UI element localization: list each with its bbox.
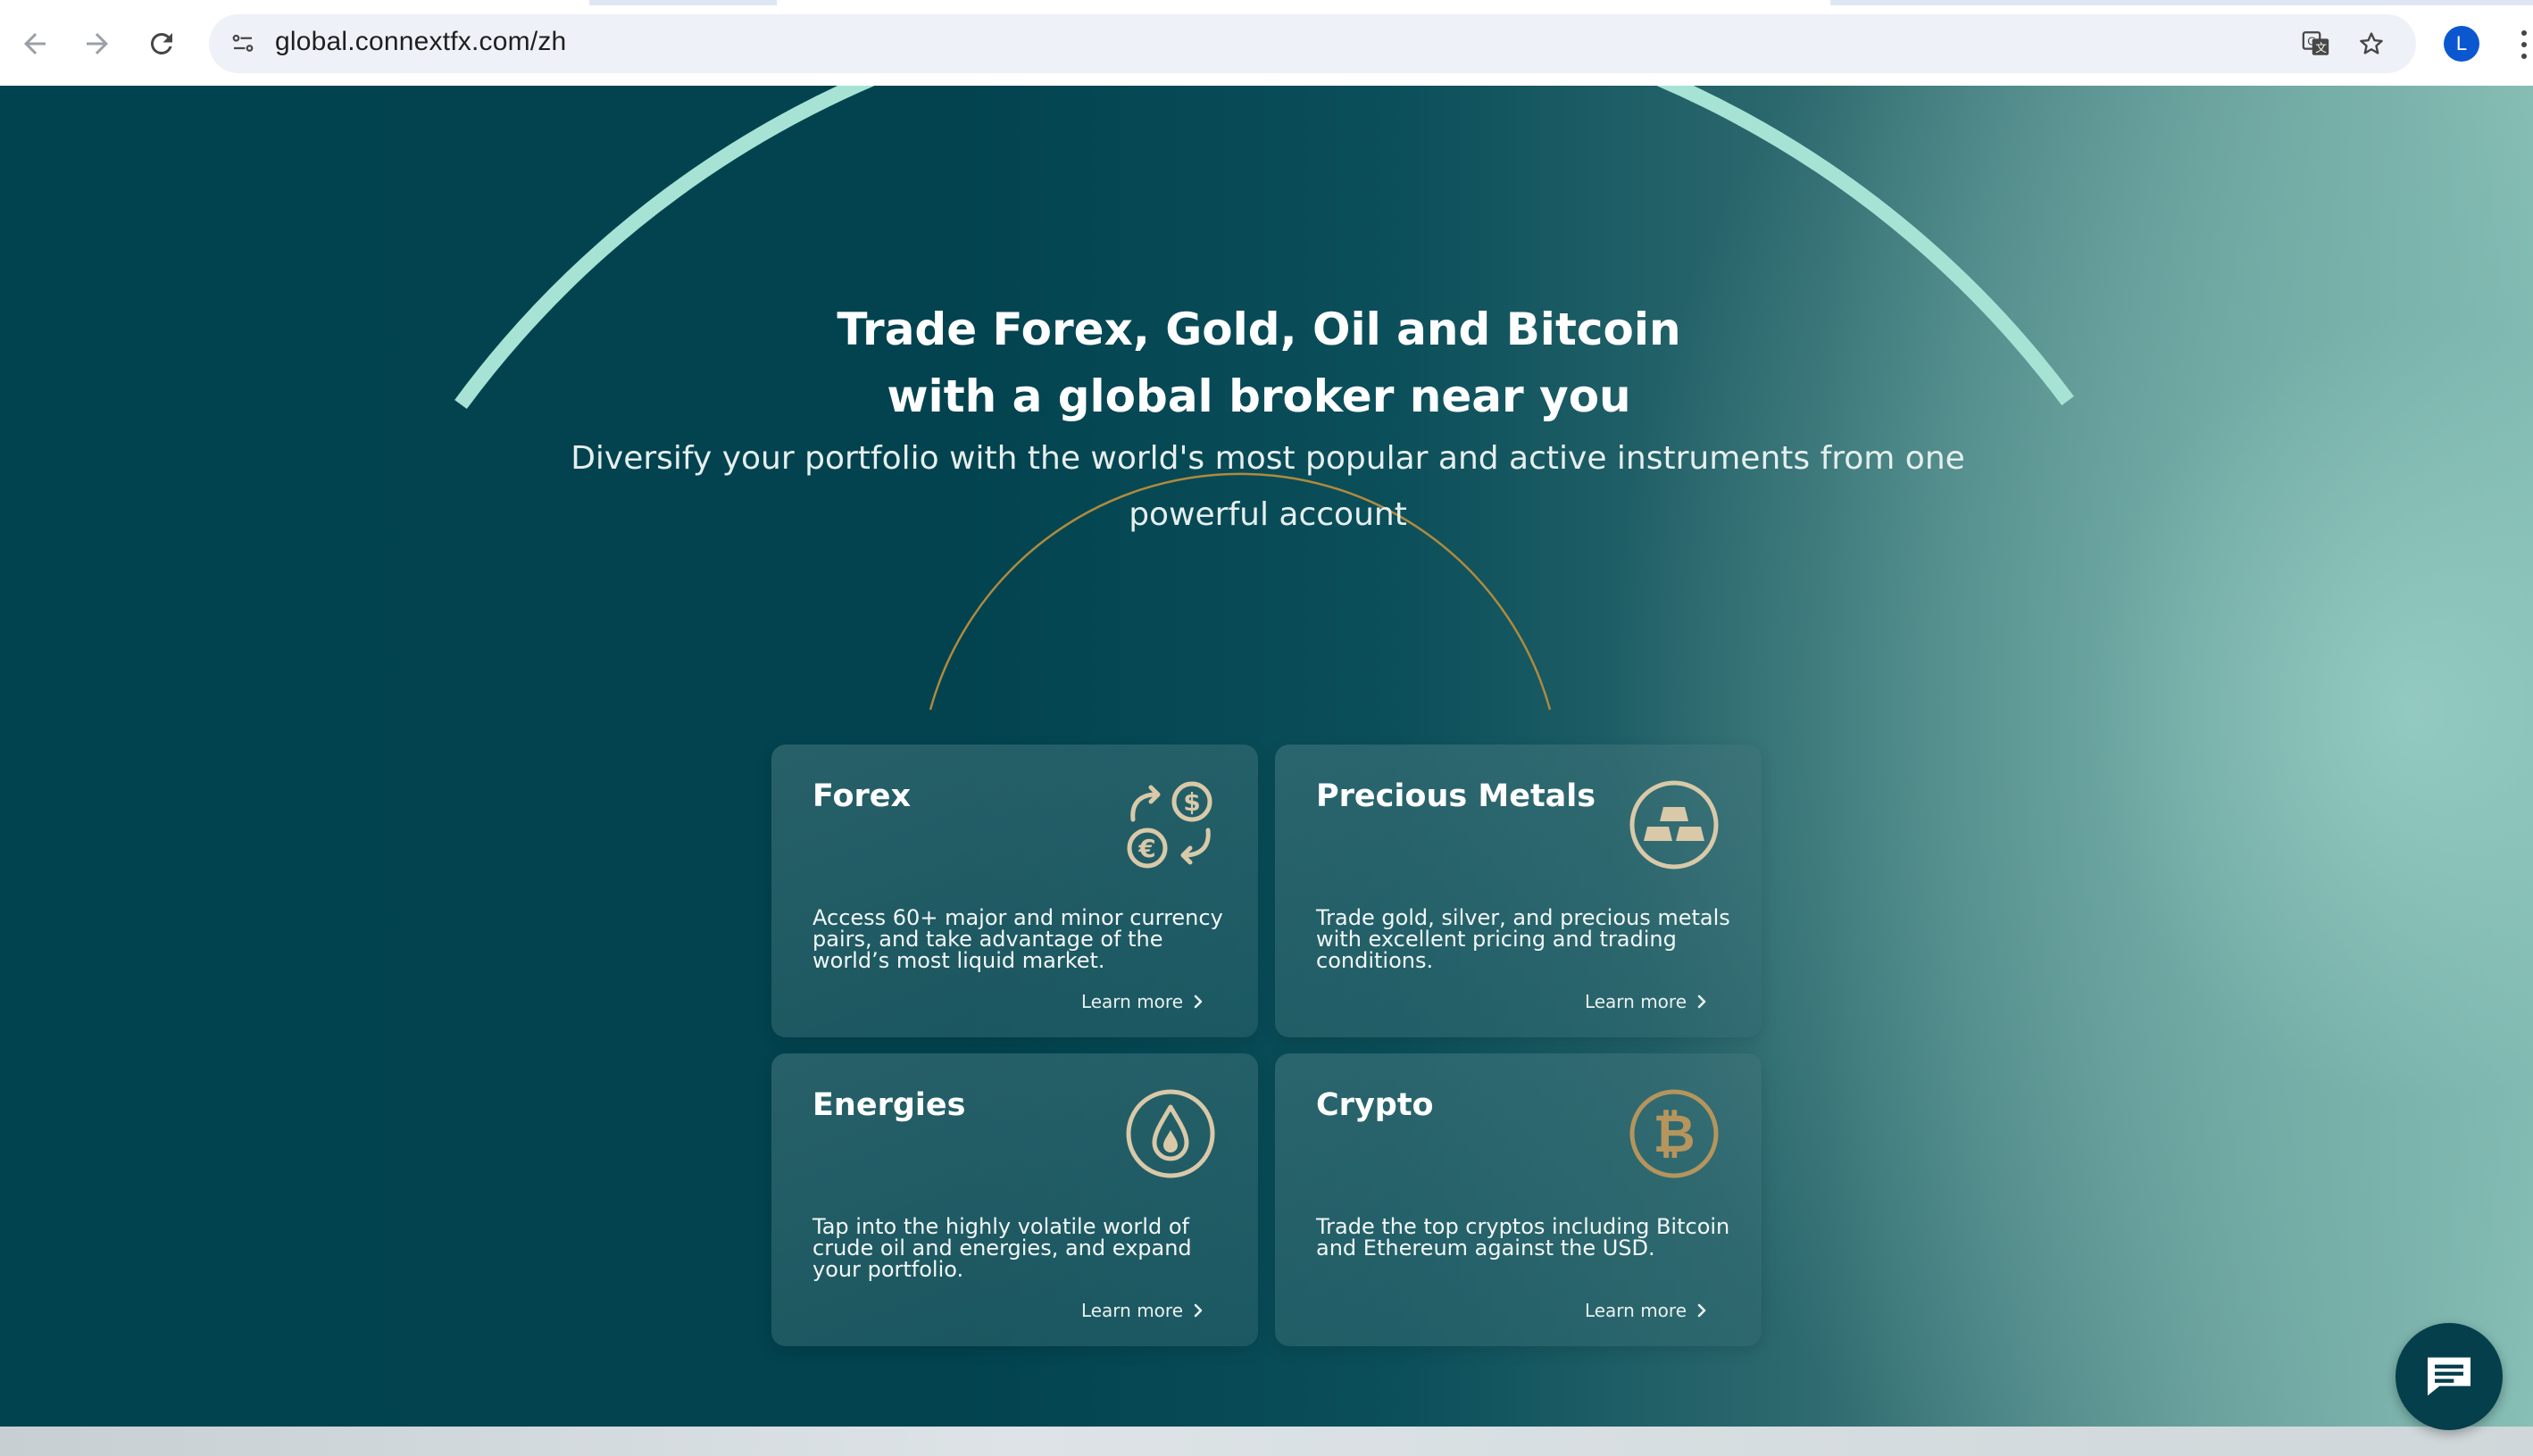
profile-avatar[interactable]: L [2444, 26, 2479, 62]
site-info-button[interactable] [225, 26, 261, 62]
chevron-right-icon [1697, 1303, 1706, 1318]
hero-headline-line1: Trade Forex, Gold, Oil and Bitcoin [837, 304, 1681, 355]
next-section-edge [0, 1427, 2533, 1456]
address-bar[interactable]: global.connextfx.com/zh G 文 [209, 14, 2416, 73]
card-title: Forex [812, 778, 912, 814]
currency-exchange-icon: $ € [1127, 781, 1212, 869]
reload-icon [150, 32, 172, 54]
site-settings-icon [232, 34, 254, 52]
chevron-right-icon [1697, 994, 1706, 1009]
chevron-right-icon [1194, 994, 1203, 1009]
tab-strip [0, 0, 2533, 5]
translate-icon: G 文 [2302, 31, 2329, 55]
forward-button[interactable] [77, 23, 118, 64]
decorative-arcs [454, 86, 2074, 711]
tab-strip-segment [0, 0, 589, 5]
oil-drop-icon [1126, 1089, 1215, 1178]
kebab-menu-icon[interactable] [2514, 27, 2533, 62]
precious-metals-card[interactable]: Precious Metals Trade gold, silver, and … [1275, 745, 1762, 1037]
card-description: Tap into the highly volatile world of cr… [812, 1214, 1192, 1282]
card-title: Energies [812, 1087, 966, 1123]
svg-text:₿: ₿ [1653, 1103, 1695, 1164]
learn-more-link[interactable]: Learn more [1081, 1300, 1204, 1321]
card-description: Trade the top cryptos including Bitcoin … [1316, 1214, 1730, 1260]
svg-text:$: $ [1183, 787, 1200, 817]
hero-headline-line2: with a global broker near you [887, 370, 1631, 422]
learn-more-label[interactable]: Learn more [1585, 991, 1687, 1012]
forex-card[interactable]: Forex $ € Access 60+ major and minor cur… [771, 745, 1258, 1037]
svg-text:€: € [1137, 834, 1155, 863]
learn-more-label[interactable]: Learn more [1081, 1300, 1183, 1321]
chevron-right-icon [1194, 1303, 1203, 1318]
bitcoin-icon: ₿ [1629, 1089, 1719, 1178]
crypto-card[interactable]: Crypto ₿ Trade the top cryptos including… [1275, 1053, 1762, 1346]
svg-text:文: 文 [2315, 42, 2327, 55]
arrow-right-icon [87, 33, 108, 54]
learn-more-link[interactable]: Learn more [1081, 991, 1204, 1012]
hero-subtitle-line2: powerful account [1129, 496, 1407, 533]
gold-bars-icon [1629, 780, 1719, 869]
reload-button[interactable] [141, 23, 182, 64]
learn-more-label[interactable]: Learn more [1081, 991, 1183, 1012]
hero-subtitle-line1: Diversify your portfolio with the world'… [571, 440, 1965, 477]
learn-more-link[interactable]: Learn more [1585, 1300, 1708, 1321]
arrow-left-icon [24, 33, 46, 54]
star-icon [2360, 32, 2383, 54]
bookmark-button[interactable] [2354, 26, 2389, 62]
translate-button[interactable]: G 文 [2298, 26, 2334, 62]
url-text[interactable]: global.connextfx.com/zh [275, 27, 566, 57]
chat-bubble-icon [2428, 1357, 2471, 1396]
card-description: Access 60+ major and minor currency pair… [812, 905, 1223, 973]
markets-hero-section: Trade Forex, Gold, Oil and Bitcoin with … [0, 86, 2533, 1427]
hero-subtitle: Diversify your portfolio with the world'… [536, 430, 2000, 543]
back-button[interactable] [14, 23, 55, 64]
card-description: Trade gold, silver, and precious metals … [1316, 905, 1730, 973]
hero-headline: Trade Forex, Gold, Oil and Bitcoin with … [625, 296, 1893, 430]
card-title: Precious Metals [1316, 778, 1596, 814]
learn-more-label[interactable]: Learn more [1585, 1300, 1687, 1321]
live-chat-button[interactable] [2396, 1323, 2503, 1430]
energies-card[interactable]: Energies Tap into the highly volatile wo… [771, 1053, 1258, 1346]
card-title: Crypto [1316, 1087, 1434, 1123]
browser-toolbar: global.connextfx.com/zh G 文 L [0, 0, 2533, 86]
learn-more-link[interactable]: Learn more [1585, 991, 1708, 1012]
tab-strip-segment [777, 0, 1830, 5]
